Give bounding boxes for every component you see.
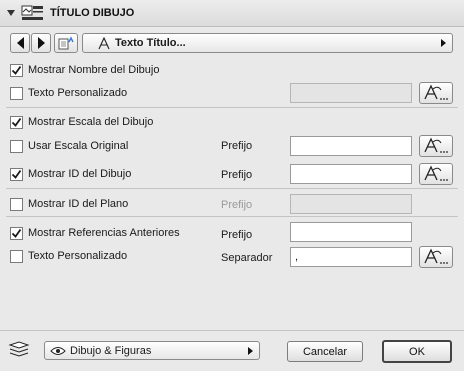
option-mostrar-nombre[interactable]: Mostrar Nombre del Dibujo (10, 62, 159, 78)
option-mostrar-id-plano[interactable]: Mostrar ID del Plano (10, 196, 128, 212)
text-title-icon (98, 37, 110, 50)
font-settings-button[interactable] (419, 82, 453, 104)
eye-icon (50, 347, 66, 355)
dropdown-arrow-icon (441, 39, 446, 47)
previous-button[interactable] (10, 33, 30, 53)
font-settings-button[interactable] (419, 246, 453, 268)
checkbox[interactable] (10, 226, 23, 240)
checkbox[interactable] (10, 86, 23, 100)
dropdown-arrow-icon (248, 346, 253, 355)
checkmark-icon (11, 169, 22, 179)
option-texto-personalizado-1[interactable]: Texto Personalizado (10, 85, 127, 101)
option-label: Mostrar Referencias Anteriores (28, 227, 180, 239)
custom-text-field[interactable] (290, 83, 412, 103)
triangle-left-icon (16, 37, 24, 49)
option-label: Mostrar Nombre del Dibujo (28, 64, 160, 76)
option-usar-escala-original[interactable]: Usar Escala Original (10, 138, 128, 154)
option-mostrar-referencias[interactable]: Mostrar Referencias Anteriores (10, 225, 180, 241)
option-label: Mostrar ID del Dibujo (28, 168, 132, 180)
text-style-icon (424, 249, 449, 265)
option-label: Mostrar Escala del Dibujo (28, 116, 154, 128)
prefix-label: Prefijo (221, 229, 253, 241)
separator-label: Separador (221, 252, 273, 264)
separator-field[interactable]: , (290, 247, 412, 267)
prefix-label: Prefijo (221, 199, 253, 211)
checkmark-icon (11, 117, 22, 127)
checkbox[interactable] (10, 63, 23, 77)
title-panel-icon (21, 5, 43, 20)
option-label: Mostrar ID del Plano (28, 198, 129, 210)
next-button[interactable] (31, 33, 51, 53)
separator (6, 216, 458, 217)
favorites-icon (58, 36, 74, 50)
separator (6, 107, 458, 108)
text-style-icon (424, 85, 449, 101)
checkbox[interactable] (10, 249, 23, 263)
separator (6, 188, 458, 189)
checkbox[interactable] (10, 115, 23, 129)
prefix-field[interactable] (290, 194, 412, 214)
panel-header[interactable]: TÍTULO DIBUJO (0, 0, 464, 27)
prefix-label: Prefijo (221, 140, 253, 152)
footer-divider (0, 330, 464, 331)
ok-button[interactable]: OK (382, 340, 452, 363)
option-texto-personalizado-2[interactable]: Texto Personalizado (10, 248, 127, 264)
prefix-field[interactable] (290, 136, 412, 156)
title-type-value: Texto Título... (115, 37, 186, 49)
option-mostrar-id-dibujo[interactable]: Mostrar ID del Dibujo (10, 166, 131, 182)
option-mostrar-escala[interactable]: Mostrar Escala del Dibujo (10, 114, 153, 130)
text-style-icon (424, 138, 449, 154)
checkbox[interactable] (10, 139, 23, 153)
font-settings-button[interactable] (419, 163, 453, 185)
checkbox[interactable] (10, 167, 23, 181)
prefix-field[interactable] (290, 222, 412, 242)
title-type-dropdown[interactable]: Texto Título... (82, 33, 453, 53)
favorites-button[interactable] (54, 33, 78, 53)
triangle-right-icon (37, 37, 45, 49)
option-label: Texto Personalizado (28, 250, 128, 262)
prefix-field[interactable] (290, 164, 412, 184)
collapse-triangle-icon[interactable] (7, 10, 15, 16)
text-style-icon (424, 166, 449, 182)
checkmark-icon (11, 228, 22, 238)
checkbox[interactable] (10, 197, 23, 211)
checkmark-icon (11, 65, 22, 75)
layers-icon (8, 341, 30, 357)
option-label: Usar Escala Original (28, 140, 129, 152)
layer-dropdown[interactable]: Dibujo & Figuras (44, 341, 260, 360)
cancel-button[interactable]: Cancelar (287, 341, 363, 362)
option-label: Texto Personalizado (28, 87, 128, 99)
font-settings-button[interactable] (419, 135, 453, 157)
layer-value: Dibujo & Figuras (70, 345, 152, 357)
prefix-label: Prefijo (221, 169, 253, 181)
panel-title: TÍTULO DIBUJO (50, 7, 135, 19)
